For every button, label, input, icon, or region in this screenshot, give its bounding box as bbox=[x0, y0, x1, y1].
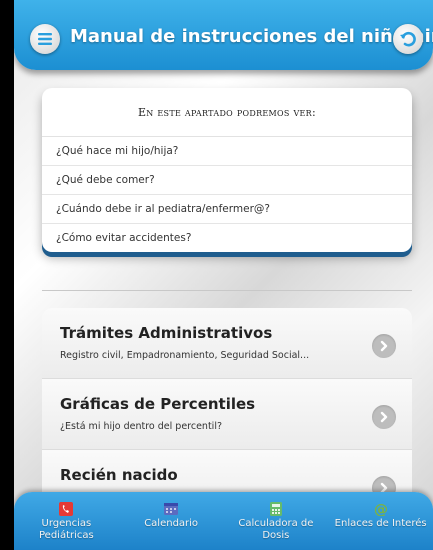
app-screen: Manual de instrucciones del niño/niña En… bbox=[14, 0, 433, 550]
chevron-right-icon bbox=[372, 405, 396, 429]
back-arrow-icon[interactable] bbox=[393, 24, 423, 54]
menu-icon[interactable] bbox=[30, 24, 60, 54]
info-item[interactable]: ¿Cómo evitar accidentes? bbox=[42, 224, 412, 252]
calculator-icon bbox=[267, 502, 285, 516]
nav-label: Urgencias Pediátricas bbox=[39, 518, 94, 541]
phone-icon bbox=[57, 502, 75, 516]
info-item[interactable]: ¿Cuándo debe ir al pediatra/enfermer@? bbox=[42, 195, 412, 224]
bottom-nav: Urgencias Pediátricas Calendario Calcula… bbox=[14, 492, 433, 550]
svg-text:@: @ bbox=[374, 502, 388, 516]
nav-label: Calendario bbox=[144, 518, 199, 529]
list-item-title: Gráficas de Percentiles bbox=[60, 395, 256, 413]
nav-urgencias[interactable]: Urgencias Pediátricas bbox=[16, 492, 116, 550]
at-sign-icon: @ bbox=[372, 502, 390, 516]
section-divider bbox=[42, 290, 412, 291]
info-item[interactable]: ¿Qué hace mi hijo/hija? bbox=[42, 137, 412, 166]
nav-calculadora[interactable]: Calculadora de Dosis bbox=[226, 492, 326, 550]
nav-label: Enlaces de Interés bbox=[334, 518, 427, 529]
nav-enlaces[interactable]: @ Enlaces de Interés bbox=[331, 492, 431, 550]
chevron-right-icon bbox=[372, 334, 396, 358]
info-card-heading: En este apartado podremos ver: bbox=[42, 88, 412, 137]
list-item-tramites[interactable]: Trámites Administrativos Registro civil,… bbox=[42, 308, 412, 379]
calendar-icon bbox=[162, 502, 180, 516]
list-item-percentiles[interactable]: Gráficas de Percentiles ¿Está mi hijo de… bbox=[42, 379, 412, 450]
info-item[interactable]: ¿Qué debe comer? bbox=[42, 166, 412, 195]
nav-calendario[interactable]: Calendario bbox=[121, 492, 221, 550]
header-bar: Manual de instrucciones del niño/niña bbox=[14, 0, 433, 70]
info-card: En este apartado podremos ver: ¿Qué hace… bbox=[42, 88, 412, 252]
section-list: Trámites Administrativos Registro civil,… bbox=[42, 308, 412, 521]
list-item-subtitle: ¿Está mi hijo dentro del percentil? bbox=[60, 421, 222, 432]
list-item-title: Trámites Administrativos bbox=[60, 324, 273, 342]
list-item-subtitle: Registro civil, Empadronamiento, Segurid… bbox=[60, 350, 310, 361]
nav-label: Calculadora de Dosis bbox=[238, 518, 314, 541]
list-item-title: Recién nacido bbox=[60, 466, 178, 484]
page-title: Manual de instrucciones del niño/niña bbox=[70, 26, 433, 47]
